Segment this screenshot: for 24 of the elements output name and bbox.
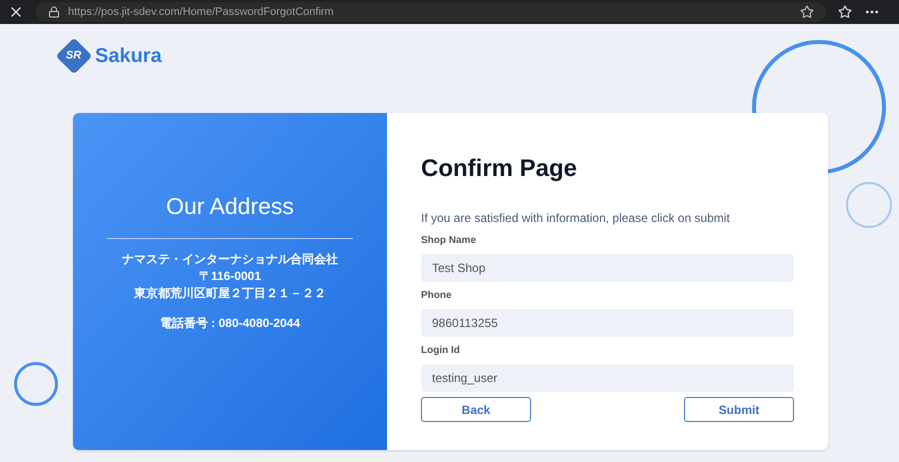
decor-ring-icon	[14, 362, 58, 406]
field-label: Login Id	[421, 344, 461, 358]
decor-ring-icon	[846, 182, 892, 228]
address-bar[interactable]: https://pos.jit-sdev.com/Home/PasswordForgotConfirm	[36, 2, 826, 22]
logo-mark: SR	[66, 48, 82, 64]
field-label: Phone	[421, 289, 453, 303]
intro-text: If you are satisfied with information, please click on submit	[421, 210, 731, 227]
page-title: Confirm Page	[421, 154, 578, 184]
text-field[interactable]: testing_user	[421, 364, 794, 392]
address-line: 〒116-0001	[198, 268, 262, 284]
field-label: Shop Name	[421, 234, 478, 248]
url-text: https://pos.jit-sdev.com/Home/PasswordForgotConfirm	[68, 4, 334, 20]
phone-text: 電話番号 : 080-4080-2044	[160, 314, 300, 332]
text-field[interactable]: Test Shop	[421, 254, 794, 282]
address-line: 東京都荒川区町屋２丁目２１－２２	[134, 284, 326, 302]
submit-button[interactable]: Submit	[684, 397, 794, 422]
lock-icon	[48, 6, 60, 18]
address-title: Our Address	[166, 192, 294, 221]
favorites-icon[interactable]	[838, 5, 852, 19]
logo-text: Sakura	[95, 44, 162, 69]
text-field[interactable]: 9860113255	[421, 309, 794, 337]
back-button[interactable]: Back	[421, 397, 531, 422]
address-line: ナマステ・インターナショナル合同会社	[122, 250, 338, 268]
star-icon[interactable]	[800, 5, 814, 19]
